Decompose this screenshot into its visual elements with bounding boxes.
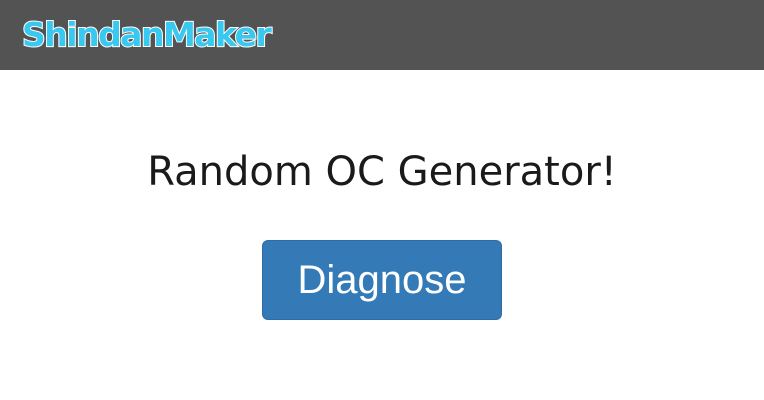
top-navbar: ShindanMaker [0, 0, 764, 70]
page-title: Random OC Generator! [147, 149, 617, 195]
site-logo-link[interactable]: ShindanMaker [21, 12, 273, 58]
diagnose-button[interactable]: Diagnose [262, 240, 502, 320]
